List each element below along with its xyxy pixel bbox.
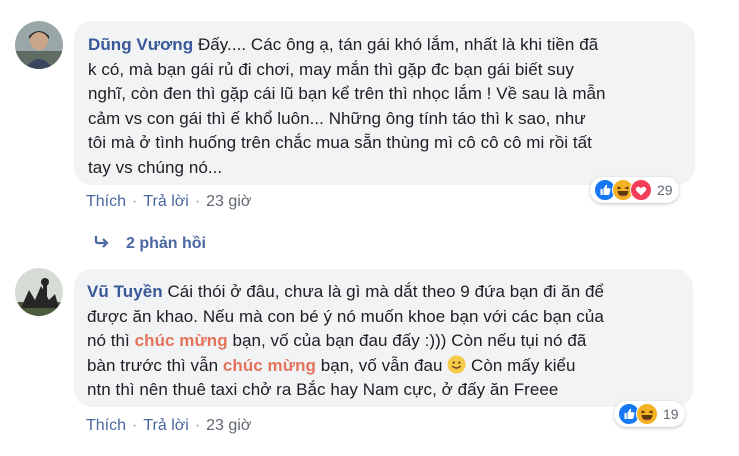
comment-line: nghĩ, còn đen thì gặp cái lũ bạn kể trên… [88,84,606,103]
reply-arrow-icon [94,236,109,248]
comment-line: tay vs chúng nó... [88,157,223,177]
comment-line: k có, mà bạn gái rủ đi chơi, may mắn thì… [88,59,574,79]
comment-text: Vũ Tuyền Cái thói ở đâu, chưa là gì mà d… [87,280,680,403]
comment-timestamp[interactable]: 23 giờ [206,193,251,210]
love-icon [630,179,652,201]
comment-line: bàn trước thì vẫn [87,355,219,375]
comment-actions: Thích · Trả lời · 23 giờ [86,193,251,211]
replies-count-label: 2 phản hồi [126,235,206,252]
comment-line: bạn, vố của bạn đau đấy :))) Còn nếu tụi… [232,331,587,350]
comment-line: tôi mà ở tình huống trên chắc mua sẵn th… [88,133,592,152]
avatar-dung-vuong[interactable] [15,21,63,69]
comment-bubble: Vũ Tuyền Cái thói ở đâu, chưa là gì mà d… [74,269,693,407]
comment-timestamp[interactable]: 23 giờ [206,417,251,434]
comment-line: được ăn khao. Nếu mà con bé ý nó muốn kh… [87,306,604,326]
separator-dot: · [194,193,201,210]
highlighted-phrase: chúc mừng [222,355,316,375]
reply-button[interactable]: Trả lời [143,193,188,210]
reaction-summary[interactable]: 29 [590,177,679,203]
comment-line: Đấy.... Các ông ạ, tán gái khó lắm, nhất… [197,35,599,54]
reaction-count: 19 [663,406,679,422]
like-button[interactable]: Thích [86,417,126,434]
comment-actions: Thích · Trả lời · 23 giờ [86,417,251,435]
view-replies-link[interactable]: 2 phản hồi [94,235,206,253]
comment-text: Dũng Vương Đấy.... Các ông ạ, tán gái kh… [88,33,681,180]
comment-line: Cái thói ở đâu, chưa là gì mà dắt theo 9… [167,282,604,301]
separator-dot: · [132,417,138,434]
comment-author[interactable]: Dũng Vương [88,35,193,54]
reply-button[interactable]: Trả lời [143,417,188,434]
comment-line: Còn mấy kiểu [471,355,576,375]
reaction-count: 29 [657,182,673,198]
separator-dot: · [194,417,201,434]
reaction-summary[interactable]: 19 [614,401,685,427]
smile-emoji-icon [447,354,466,374]
avatar-photo [15,21,63,69]
comment-line: ntn thì nên thuê taxi chở ra Bắc hay Nam… [87,380,559,399]
highlighted-phrase: chúc mừng [134,331,228,350]
haha-icon [636,403,658,425]
comment-line: bạn, vố vẫn đau [320,355,443,375]
separator-dot: · [132,193,138,210]
like-button[interactable]: Thích [86,193,126,210]
avatar-vu-tuyen[interactable] [15,268,63,316]
avatar-photo [15,268,63,316]
comment-line: cảm vs con gái thì ế khổ luôn... Những ô… [88,108,586,128]
comment-bubble: Dũng Vương Đấy.... Các ông ạ, tán gái kh… [74,21,695,185]
comment-line: nó thì [87,331,130,350]
comment-author[interactable]: Vũ Tuyền [87,282,163,301]
